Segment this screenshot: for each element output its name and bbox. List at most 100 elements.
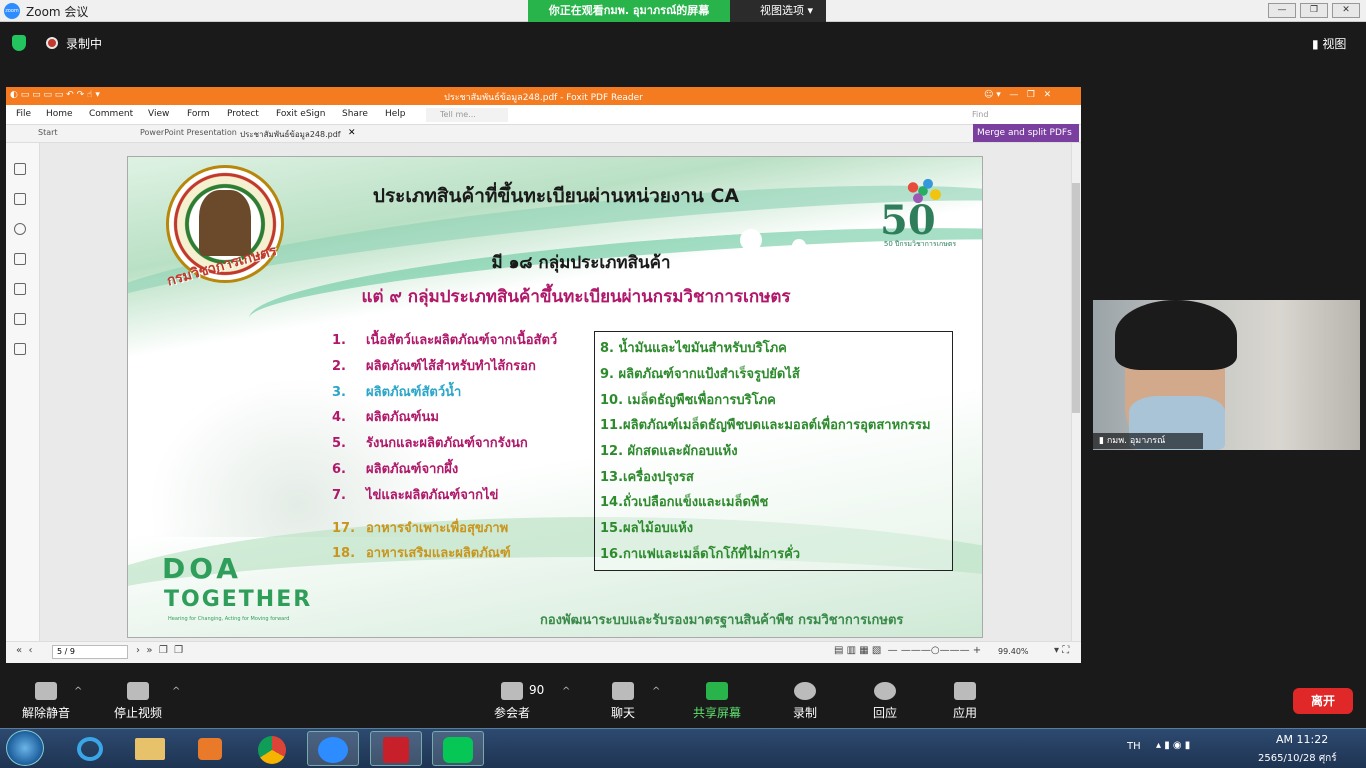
foxit-window-controls[interactable]: ☺ ▾ — ❐ ✕ bbox=[984, 90, 1051, 100]
menu-home[interactable]: Home bbox=[46, 109, 73, 119]
view-options-label: 视图选项 bbox=[760, 4, 804, 17]
merge-split-button[interactable]: Merge and split PDFs bbox=[973, 124, 1079, 142]
comment-icon[interactable] bbox=[14, 223, 26, 235]
left-list-item: 6. ผลิตภัณฑ์จากผึ้ง bbox=[332, 458, 458, 479]
page-nav-controls[interactable]: « ‹ bbox=[16, 645, 32, 656]
menu-form[interactable]: Form bbox=[187, 109, 210, 119]
clock-date[interactable]: 2565/10/28 ศุกร์ bbox=[1258, 751, 1337, 766]
language-indicator[interactable]: TH bbox=[1127, 741, 1141, 752]
restore-button[interactable]: ❐ bbox=[1300, 3, 1328, 18]
fullscreen-icon[interactable]: ▾ ⛶ bbox=[1054, 645, 1069, 656]
security-icon[interactable] bbox=[14, 313, 26, 325]
tab-powerpoint[interactable]: PowerPoint Presentation bbox=[140, 128, 237, 137]
list-item-text: ผลิตภัณฑ์นม bbox=[366, 410, 439, 425]
layers-icon[interactable] bbox=[14, 253, 26, 265]
list-item-number: 1. bbox=[332, 333, 346, 348]
clock-time[interactable]: AM 11:22 bbox=[1276, 733, 1328, 746]
folder-icon[interactable] bbox=[124, 731, 176, 766]
line-taskbar-icon[interactable] bbox=[432, 731, 484, 766]
minimize-button[interactable]: — bbox=[1268, 3, 1296, 18]
box-list-item: 9. ผลิตภัณฑ์จากแป้งสำเร็จรูปยัดไส้ bbox=[600, 367, 800, 382]
video-options-chevron[interactable]: ^ bbox=[172, 686, 180, 697]
reactions-button[interactable]: 回应 bbox=[845, 682, 925, 721]
tab-current-pdf[interactable]: ประชาสัมพันธ์ข้อมูล248.pdf bbox=[240, 128, 341, 141]
page-nav-forward[interactable]: › » ❐ ❐ bbox=[136, 645, 183, 656]
slide-subtitle-highlight: แต่ ๙ กลุ่มประเภทสินค้าขึ้นทะเบียนผ่านกร… bbox=[361, 287, 791, 307]
chrome-icon[interactable] bbox=[246, 731, 298, 766]
attachment-icon[interactable] bbox=[14, 283, 26, 295]
menu-view[interactable]: View bbox=[148, 109, 169, 119]
foxit-quick-toolbar[interactable]: ◐ ▭ ▭ ▭ ▭ ↶ ↷ ☝ ▾ bbox=[10, 90, 100, 100]
tab-start[interactable]: Start bbox=[38, 128, 58, 137]
audio-options-chevron[interactable]: ^ bbox=[74, 686, 82, 697]
view-mode-icons[interactable]: ▤ ▥ ▦ ▧ — ———○——— + bbox=[834, 645, 981, 656]
doa-together-text: TOGETHER bbox=[164, 587, 313, 612]
ie-icon[interactable] bbox=[64, 731, 116, 766]
stop-video-label: 停止视频 bbox=[113, 706, 162, 720]
recording-icon bbox=[46, 37, 58, 49]
view-button[interactable]: ▮ 视图 bbox=[1312, 35, 1346, 52]
list-item-number: 5. bbox=[332, 436, 346, 451]
participants-label: 参会者 bbox=[493, 706, 530, 720]
list-item-text: ไข่และผลิตภัณฑ์จากไข่ bbox=[366, 488, 499, 503]
scrollbar-thumb[interactable] bbox=[1072, 183, 1080, 413]
leave-button[interactable]: 离开 bbox=[1293, 688, 1353, 714]
stop-video-button[interactable]: 停止视频 bbox=[98, 682, 178, 721]
record-button[interactable]: 录制 bbox=[765, 682, 845, 721]
box-list-item: 15.ผลไม้อบแห้ง bbox=[600, 521, 694, 536]
view-options-button[interactable]: 视图选项 ▾ bbox=[730, 0, 826, 22]
slide-title: ประเภทสินค้าที่ขึ้นทะเบียนผ่านหน่วยงาน C… bbox=[372, 185, 740, 207]
menu-comment[interactable]: Comment bbox=[89, 109, 133, 119]
apps-button[interactable]: 应用 bbox=[925, 682, 1005, 721]
chat-chevron[interactable]: ^ bbox=[652, 686, 660, 697]
menu-foxit-esign[interactable]: Foxit eSign bbox=[276, 109, 325, 119]
pages-icon[interactable] bbox=[14, 193, 26, 205]
find-input[interactable]: Find bbox=[958, 108, 1066, 122]
list-item-text: อาหารเสริมและผลิตภัณฑ์ bbox=[366, 546, 511, 561]
menu-protect[interactable]: Protect bbox=[227, 109, 259, 119]
signature-icon[interactable] bbox=[14, 343, 26, 355]
left-list-item: 3. ผลิตภัณฑ์สัตว์น้ำ bbox=[332, 381, 461, 402]
share-screen-icon bbox=[706, 682, 728, 700]
participants-count: 90 bbox=[529, 683, 545, 697]
foxit-taskbar-icon[interactable] bbox=[370, 731, 422, 766]
menu-share[interactable]: Share bbox=[342, 109, 368, 119]
list-item-number: 4. bbox=[332, 410, 346, 425]
close-button[interactable]: ✕ bbox=[1332, 3, 1360, 18]
box-list-item: 13.เครื่องปรุงรส bbox=[600, 470, 694, 485]
chat-button[interactable]: 聊天 bbox=[583, 682, 663, 721]
window-title: Zoom 会议 bbox=[26, 5, 89, 19]
chat-icon bbox=[612, 682, 634, 700]
record-label: 录制 bbox=[792, 706, 817, 720]
apps-icon bbox=[954, 682, 976, 700]
box-list-item: 14.ถั่วเปลือกแข็งและเมล็ดพืช bbox=[600, 495, 769, 510]
extra-list-item: 18. อาหารเสริมและผลิตภัณฑ์ bbox=[332, 542, 511, 563]
zoom-level[interactable]: 99.40% bbox=[998, 647, 1029, 656]
meeting-info-strip bbox=[0, 22, 1366, 84]
shield-icon[interactable] bbox=[12, 35, 26, 51]
list-item-text: ผลิตภัณฑ์สัตว์น้ำ bbox=[366, 385, 462, 400]
recording-label: 录制中 bbox=[66, 37, 103, 51]
record-icon bbox=[794, 682, 816, 700]
chevron-down-icon: ▾ bbox=[807, 4, 814, 17]
tray-icons[interactable]: ▴ ▮ ◉ ▮ bbox=[1156, 740, 1190, 751]
menu-file[interactable]: File bbox=[16, 109, 31, 119]
share-screen-label: 共享屏幕 bbox=[692, 706, 741, 720]
list-item-number: 17. bbox=[332, 521, 356, 536]
box-list-item: 8. น้ำมันและไขมันสำหรับบริโภค bbox=[600, 341, 787, 356]
list-item-number: 18. bbox=[332, 546, 356, 561]
participants-chevron[interactable]: ^ bbox=[562, 686, 570, 697]
share-screen-button[interactable]: 共享屏幕 bbox=[677, 682, 757, 721]
close-tab-icon[interactable]: ✕ bbox=[348, 128, 356, 138]
list-item-number: 7. bbox=[332, 488, 346, 503]
menu-help[interactable]: Help bbox=[385, 109, 406, 119]
bookmark-icon[interactable] bbox=[14, 163, 26, 175]
slide-page: กรมวิชาการเกษตร 50 50 ปีกรมวิชาการเกษตร … bbox=[127, 156, 983, 638]
media-player-icon[interactable] bbox=[184, 731, 236, 766]
zoom-taskbar-icon[interactable] bbox=[307, 731, 359, 766]
camera-icon bbox=[127, 682, 149, 700]
start-button[interactable] bbox=[6, 730, 44, 766]
tell-me-input[interactable]: Tell me... bbox=[426, 108, 508, 122]
page-number-field[interactable]: 5 / 9 bbox=[52, 645, 128, 659]
participant-video[interactable] bbox=[1093, 300, 1360, 450]
